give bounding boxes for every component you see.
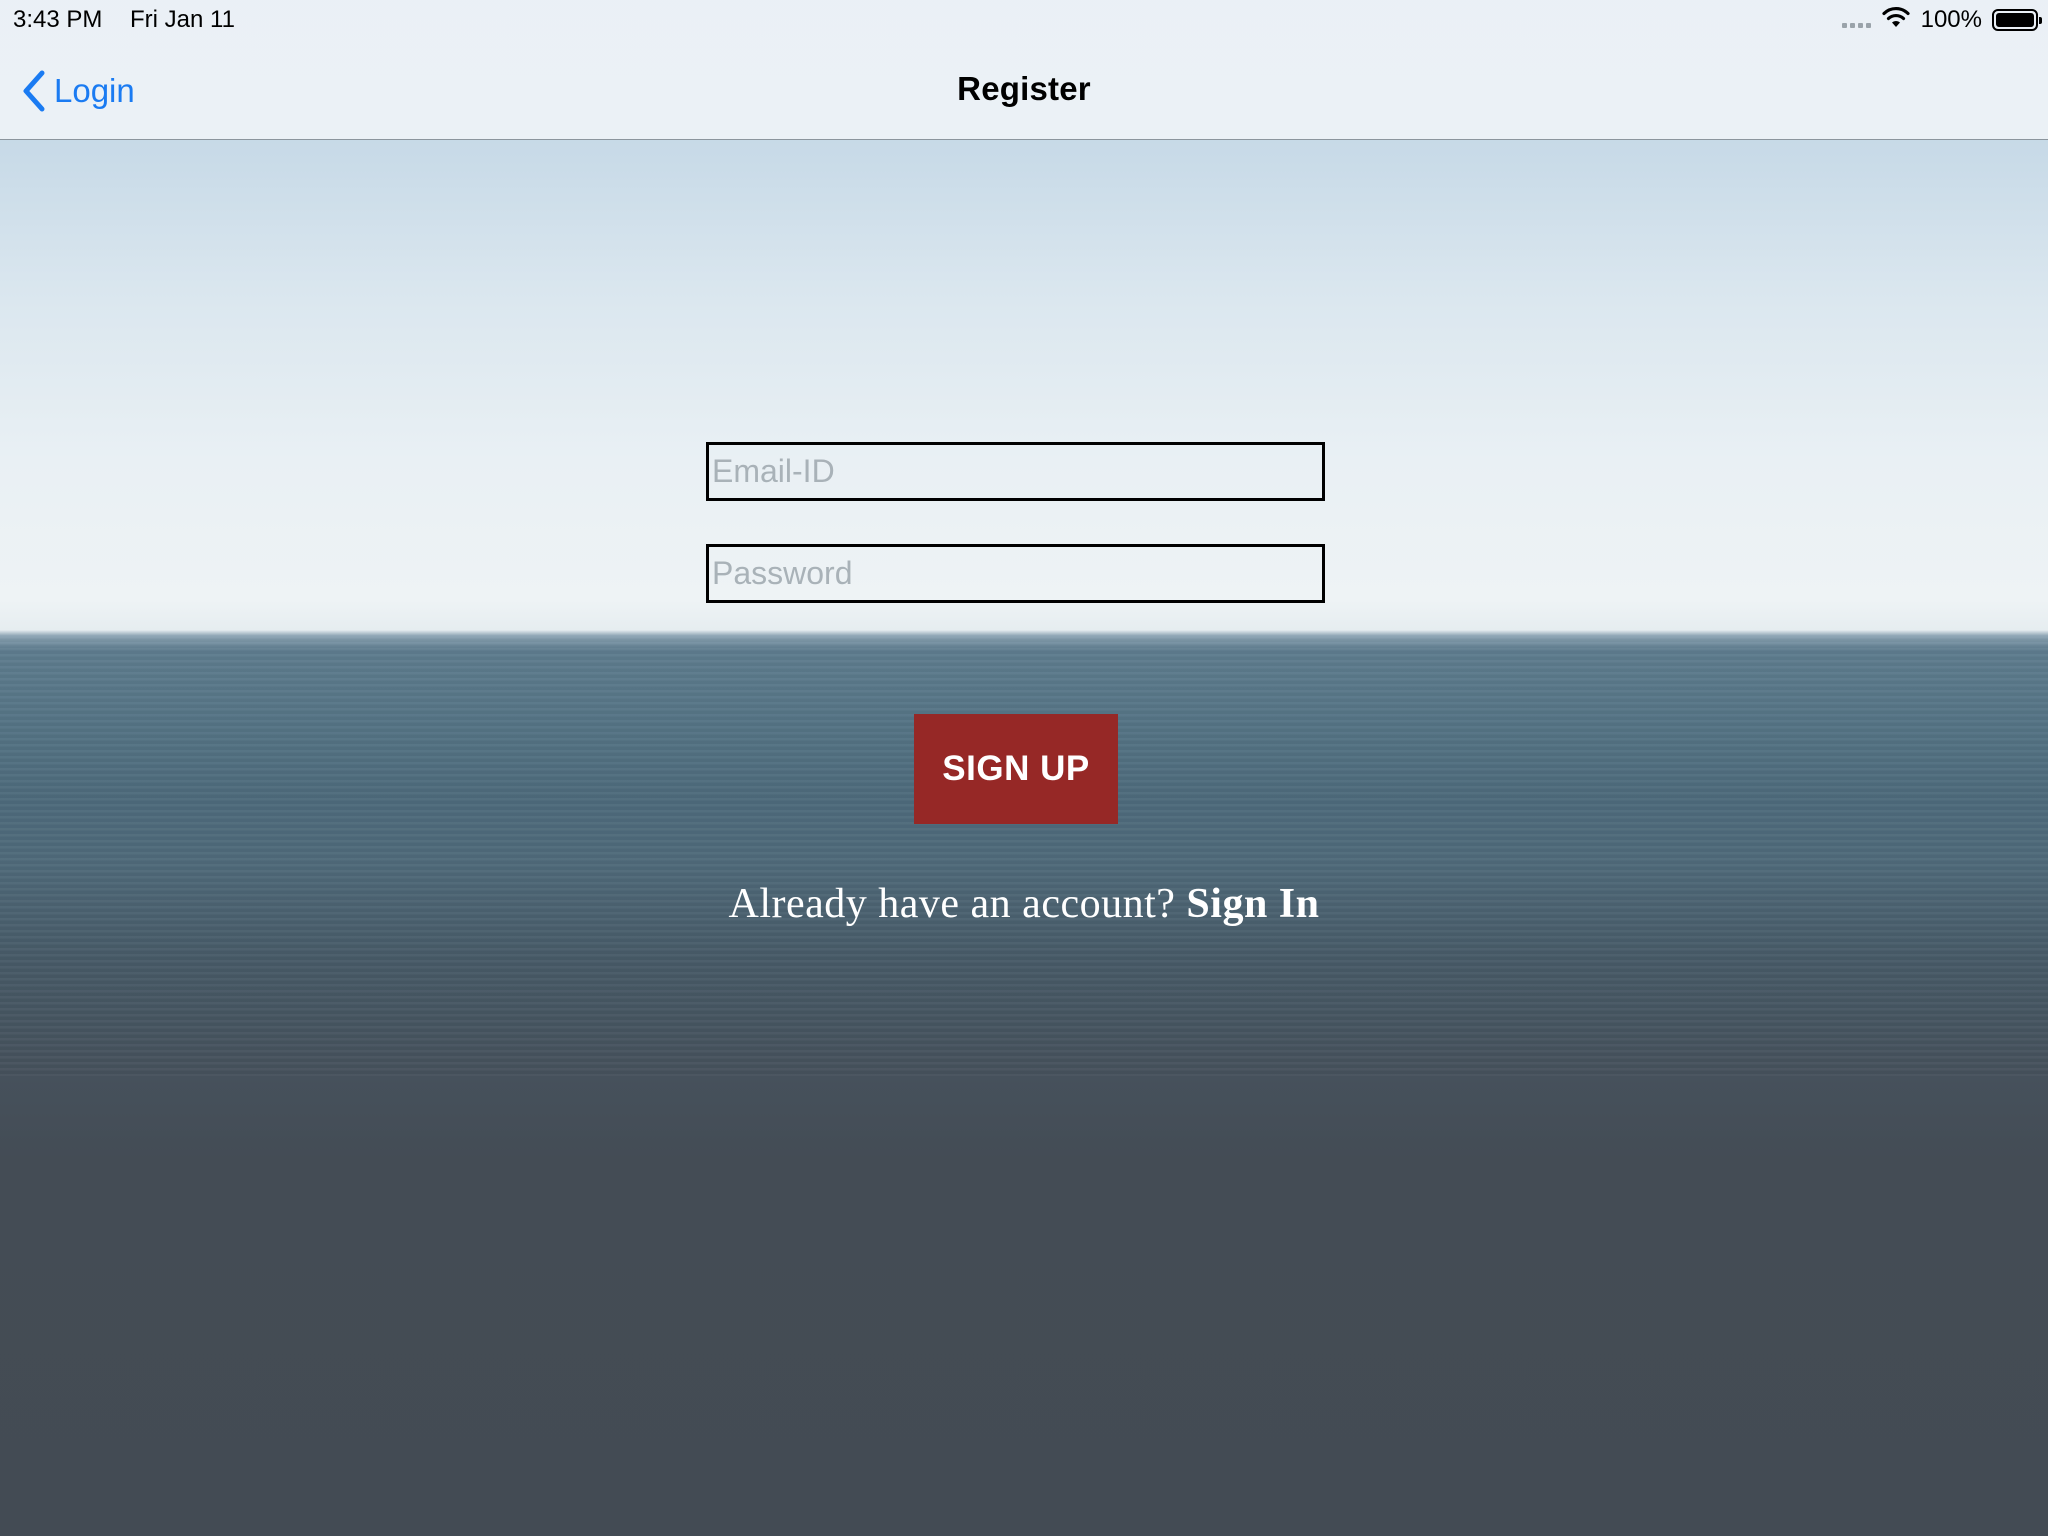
status-bar: 3:43 PM Fri Jan 11 100% bbox=[0, 0, 2048, 40]
sign-in-prompt-text: Already have an account? bbox=[728, 881, 1176, 927]
status-indicators: 100% bbox=[1841, 4, 2042, 36]
battery-percentage: 100% bbox=[1920, 6, 1982, 33]
password-field[interactable] bbox=[706, 544, 1325, 603]
sign-up-button[interactable]: SIGN UP bbox=[914, 714, 1118, 824]
sign-in-prompt: Already have an account? Sign In bbox=[0, 880, 2048, 928]
status-time: 3:43 PM bbox=[13, 6, 103, 33]
battery-icon bbox=[1992, 9, 2042, 31]
register-screen: Login Register 3:43 PM Fri Jan 11 100% E… bbox=[0, 0, 2048, 1536]
wifi-icon bbox=[1881, 5, 1911, 36]
page-title: Register bbox=[957, 70, 1091, 107]
email-field[interactable] bbox=[706, 442, 1325, 501]
status-date: Fri Jan 11 bbox=[130, 6, 235, 33]
sign-in-link[interactable]: Sign In bbox=[1186, 881, 1319, 927]
cellular-signal-icon bbox=[1841, 22, 1871, 28]
sea-waves-texture bbox=[0, 636, 2048, 1076]
